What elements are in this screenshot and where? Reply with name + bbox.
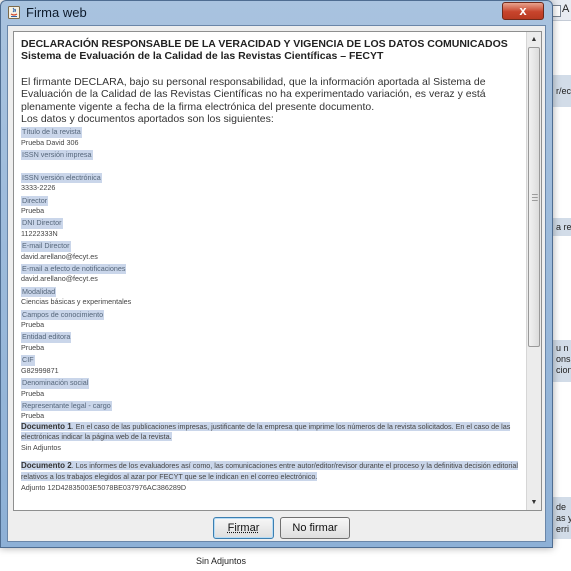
declaration-document: DECLARACIÓN RESPONSABLE DE LA VERACIDAD … — [21, 38, 526, 493]
field-value: Prueba David 306 — [21, 137, 79, 147]
document-subheading: Sistema de Evaluación de la Calidad de l… — [21, 50, 384, 62]
field-label: Título de la revista — [21, 127, 82, 138]
field-label: Campos de conocimiento — [21, 309, 105, 321]
vertical-scrollbar[interactable]: ▲ ─ ─ ─ ▼ — [526, 32, 541, 510]
no-sign-button[interactable]: No firmar — [280, 517, 350, 539]
data-intro-text: Los datos y documentos aportados son los… — [21, 112, 274, 125]
background-text: r/ec — [556, 86, 571, 96]
document-2-entry: Documento 2. Los informes de los evaluad… — [21, 461, 526, 482]
document-1-value: Sin Adjuntos — [21, 442, 61, 452]
field-value: david.arellano@fecyt.es — [21, 251, 98, 261]
document-2-value: Adjunto 12D42835003E5078BE037976AC386289… — [21, 482, 187, 492]
background-text: ons — [556, 354, 571, 364]
window-title: Firma web — [26, 5, 87, 20]
field-value: 11222333N — [21, 228, 58, 238]
document-2-title: Documento 2 — [21, 461, 72, 471]
document-heading: DECLARACIÓN RESPONSABLE DE LA VERACIDAD … — [21, 38, 508, 50]
declaration-paragraph: El firmante DECLARA, bajo su personal re… — [21, 76, 486, 113]
field-label: ISSN versión electrónica — [21, 172, 102, 184]
grip-icon: ─ ─ ─ — [532, 190, 538, 205]
document-1-entry: Documento 1. En el caso de las publicaci… — [21, 421, 526, 443]
background-text: erri — [556, 524, 569, 534]
no-sign-button-label: No firmar — [292, 522, 338, 534]
field-label: Denominación social — [21, 378, 90, 389]
close-icon: x — [519, 3, 527, 18]
document-2-description: . Los informes de los evaluadores así co… — [21, 461, 518, 481]
field-list: Título de la revista Prueba David 306 IS… — [21, 125, 526, 422]
field-value: Prueba — [21, 388, 45, 398]
firma-web-dialog: Firma web x DECLARACIÓN RESPONSABLE DE L… — [0, 0, 553, 548]
document-1-title: Documento 1 — [21, 421, 72, 431]
background-text: as y — [556, 513, 571, 523]
java-icon — [8, 6, 20, 19]
scrollbar-thumb[interactable]: ─ ─ ─ — [528, 47, 540, 347]
field-label: CIF — [21, 355, 35, 366]
background-text: de — [556, 502, 567, 512]
field-label: Director — [21, 195, 49, 207]
field-value — [21, 160, 526, 170]
dialog-content: DECLARACIÓN RESPONSABLE DE LA VERACIDAD … — [7, 25, 546, 542]
field-value: Prueba — [21, 206, 45, 216]
field-label: Representante legal - cargo — [21, 400, 112, 412]
field-label: Entidad editora — [21, 332, 72, 343]
field-value: Prueba — [21, 411, 45, 421]
document-scroll-pane[interactable]: DECLARACIÓN RESPONSABLE DE LA VERACIDAD … — [13, 31, 542, 511]
field-value: Prueba — [21, 320, 45, 330]
field-label: E-mail Director — [21, 241, 71, 252]
field-label: E-mail a efecto de notificaciones — [21, 264, 127, 275]
field-value: Ciencias básicas y experimentales — [21, 297, 132, 307]
scroll-down-arrow-icon[interactable]: ▼ — [528, 496, 540, 509]
background-text: cion — [556, 365, 571, 375]
document-1-description: . En el caso de las publicaciones impres… — [21, 421, 511, 442]
background-text: u n — [556, 343, 569, 353]
field-label: DNI Director — [21, 218, 63, 229]
sign-button-label: Firmar — [227, 522, 260, 534]
close-button[interactable]: x — [502, 2, 544, 20]
background-tab-label: A — [562, 3, 570, 15]
field-value: david.arellano@fecyt.es — [21, 274, 98, 284]
field-value: G82999871 — [21, 365, 59, 375]
field-value: 3333-2226 — [21, 183, 56, 193]
background-text: a re — [556, 222, 571, 232]
field-label: Modalidad — [21, 286, 57, 298]
sign-button[interactable]: Firmar — [213, 517, 274, 539]
field-label: ISSN versión impresa — [21, 150, 93, 161]
background-status-text: Sin Adjuntos — [196, 556, 247, 566]
title-bar[interactable]: Firma web x — [1, 1, 552, 25]
field-value: Prueba — [21, 342, 45, 352]
scroll-up-arrow-icon[interactable]: ▲ — [528, 33, 540, 46]
